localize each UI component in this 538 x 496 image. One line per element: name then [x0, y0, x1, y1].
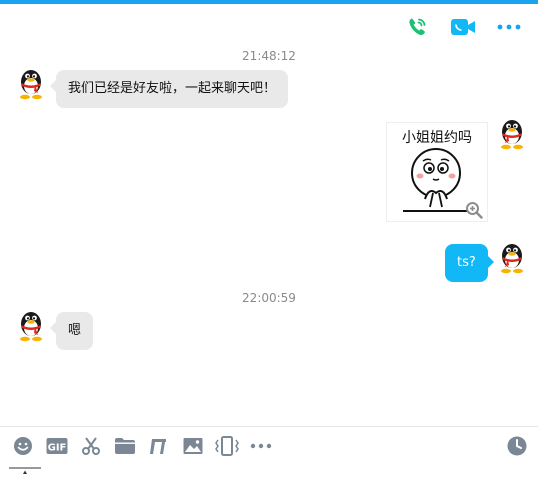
sticker-face-drawing [403, 148, 469, 212]
more-icon [497, 24, 521, 30]
avatar-penguin-icon[interactable] [497, 240, 527, 274]
window-shake-button[interactable] [214, 434, 240, 458]
video-camera-icon [451, 19, 475, 35]
input-divider [0, 426, 538, 427]
avatar-penguin-icon[interactable] [16, 66, 46, 100]
timestamp: 21:48:12 [242, 49, 296, 63]
music-note-icon [150, 439, 166, 454]
phone-icon [409, 18, 426, 36]
sticker-caption: 小姐姐约吗 [402, 130, 472, 146]
avatar-penguin-icon[interactable] [497, 116, 527, 150]
gif-button[interactable]: GIF [44, 434, 70, 458]
emoji-icon [14, 437, 32, 455]
window-top-strip [0, 0, 538, 4]
shake-icon [215, 436, 239, 456]
image-button[interactable] [180, 434, 206, 458]
gif-label: GIF [48, 443, 67, 454]
image-icon [183, 438, 203, 454]
scissors-icon [82, 437, 100, 455]
gif-icon: GIF [46, 438, 68, 454]
input-toolbar: GIF [10, 434, 274, 458]
timestamp: 22:00:59 [242, 291, 296, 305]
folder-icon [115, 438, 135, 454]
sticker-image[interactable]: 小姐姐约吗 [386, 122, 488, 222]
message-list[interactable]: 21:48:12 我们已经是好友啦，一起来聊天吧！ 小姐姐约吗 ts? 22:0… [0, 40, 538, 425]
more-tools-button[interactable] [248, 434, 274, 458]
message-bubble-incoming[interactable]: 我们已经是好友啦，一起来聊天吧！ [49, 70, 289, 108]
more-options-button[interactable] [496, 14, 522, 40]
screenshot-button[interactable] [78, 434, 104, 458]
emoji-button[interactable] [10, 434, 36, 458]
history-clock-icon[interactable] [506, 435, 528, 457]
message-bubble-incoming[interactable]: 嗯 [49, 312, 94, 350]
avatar-penguin-icon[interactable] [16, 308, 46, 342]
file-button[interactable] [112, 434, 138, 458]
chat-header-actions [404, 14, 522, 40]
text-cursor-marker [9, 467, 41, 474]
message-input[interactable] [0, 460, 538, 496]
zoom-in-icon[interactable] [465, 201, 483, 219]
video-call-button[interactable] [450, 14, 476, 40]
music-button[interactable] [146, 434, 172, 458]
more-icon [250, 443, 272, 449]
voice-call-button[interactable] [404, 14, 430, 40]
message-bubble-outgoing[interactable]: ts? [445, 244, 494, 282]
